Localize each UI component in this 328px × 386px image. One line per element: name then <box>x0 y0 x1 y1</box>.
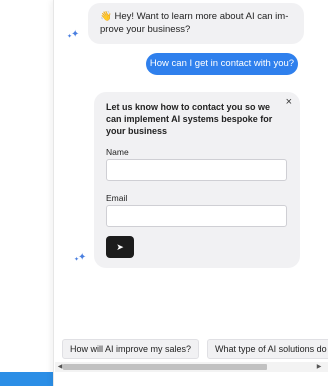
greeting-text: Hey! Want to learn more about AI can im-… <box>100 11 289 35</box>
suggestion-chips: How will AI improve my sales? What type o… <box>62 339 328 359</box>
scroll-right-arrow-icon[interactable]: ▶ <box>314 362 324 372</box>
user-message-bubble: How can I get in contact with you? <box>146 53 298 75</box>
contact-form-heading: Let us know how to contact you so we can… <box>106 102 273 136</box>
scrollbar-thumb[interactable] <box>63 364 267 370</box>
horizontal-scrollbar[interactable]: ◀ ▶ <box>55 362 328 372</box>
email-label: Email <box>106 193 128 203</box>
contact-form-card: × Let us know how to contact you so we c… <box>94 92 300 268</box>
assistant-sparkle-icon: ✦ ✦ <box>74 252 87 263</box>
bot-greeting-bubble: 👋 Hey! Want to learn more about AI can i… <box>88 3 304 44</box>
wave-emoji-icon: 👋 <box>100 11 112 22</box>
suggestion-chip[interactable]: What type of AI solutions do <box>207 339 328 359</box>
name-label: Name <box>106 147 129 157</box>
name-field[interactable] <box>106 159 287 181</box>
page-background <box>0 0 53 386</box>
send-button[interactable]: ➤ <box>106 236 134 258</box>
assistant-sparkle-icon: ✦ ✦ <box>67 29 80 40</box>
close-icon[interactable]: × <box>286 96 292 108</box>
page-blue-bar <box>0 372 53 386</box>
email-field[interactable] <box>106 205 287 227</box>
suggestion-chip[interactable]: How will AI improve my sales? <box>62 339 200 359</box>
send-icon: ➤ <box>116 242 124 252</box>
